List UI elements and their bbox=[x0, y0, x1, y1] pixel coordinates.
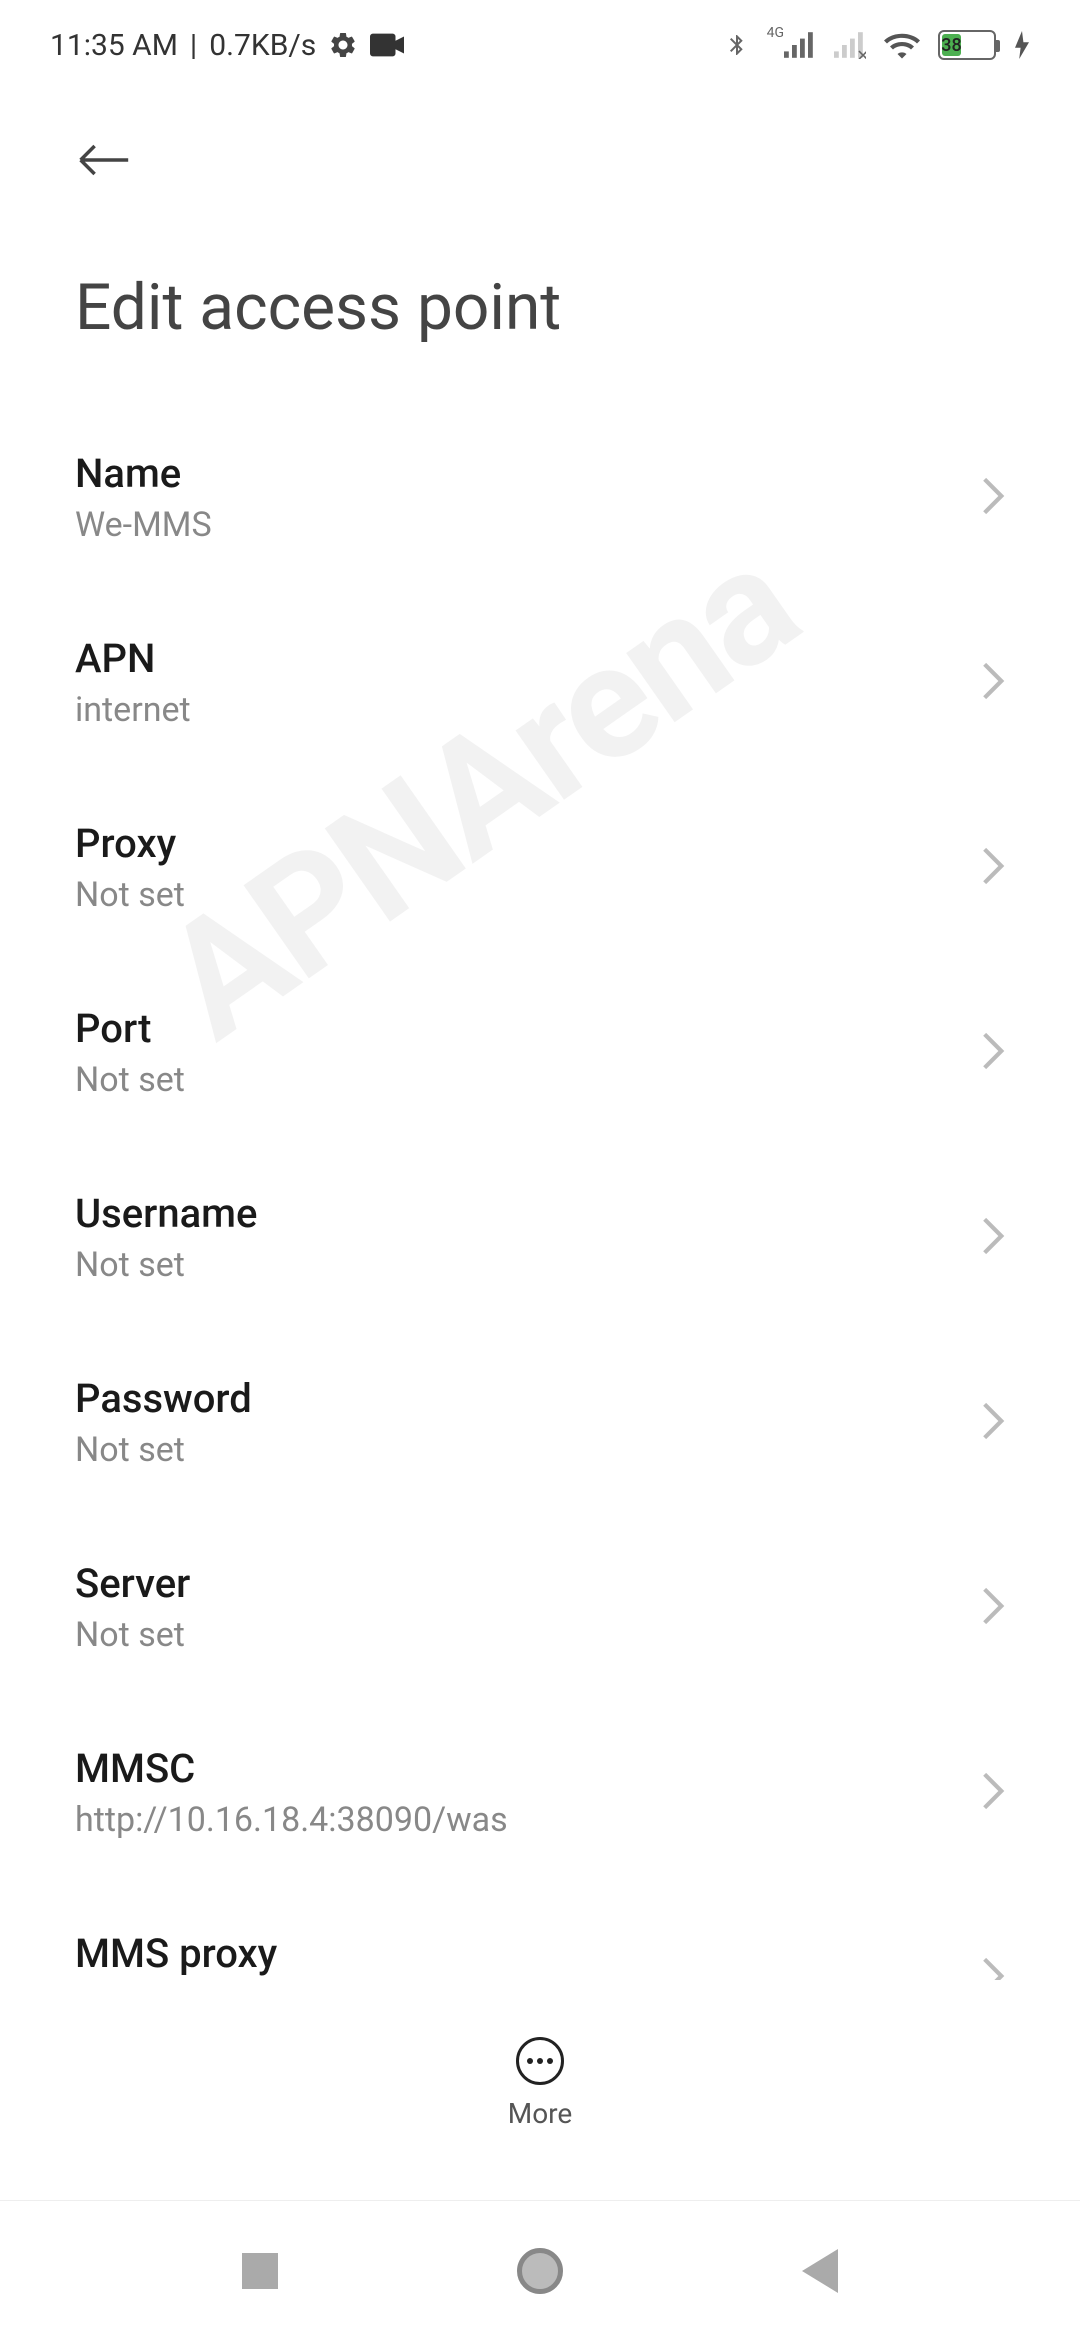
bluetooth-icon bbox=[725, 28, 749, 62]
nav-recents-button[interactable] bbox=[235, 2246, 285, 2296]
setting-value: Not set bbox=[75, 1430, 252, 1470]
setting-row-apn[interactable]: APN internet bbox=[75, 590, 1005, 775]
status-separator: | bbox=[190, 28, 197, 63]
chevron-right-icon bbox=[981, 1586, 1005, 1630]
navigation-bar bbox=[0, 2200, 1080, 2340]
nav-home-button[interactable] bbox=[515, 2246, 565, 2296]
wifi-icon bbox=[884, 31, 920, 59]
circle-icon bbox=[517, 2248, 563, 2294]
gear-icon bbox=[328, 30, 358, 60]
setting-label: MMS proxy bbox=[75, 1930, 277, 1977]
setting-value: We-MMS bbox=[75, 505, 212, 545]
more-button[interactable]: More bbox=[0, 2037, 1080, 2130]
setting-value: internet bbox=[75, 690, 191, 730]
setting-row-server[interactable]: Server Not set bbox=[75, 1515, 1005, 1700]
page-title: Edit access point bbox=[0, 210, 1080, 405]
back-button[interactable] bbox=[75, 130, 135, 190]
setting-row-proxy[interactable]: Proxy Not set bbox=[75, 775, 1005, 960]
chevron-right-icon bbox=[981, 661, 1005, 705]
square-icon bbox=[242, 2253, 278, 2289]
setting-row-port[interactable]: Port Not set bbox=[75, 960, 1005, 1145]
setting-value: http://10.16.18.4:38090/was bbox=[75, 1800, 508, 1840]
setting-label: Proxy bbox=[75, 820, 185, 867]
battery-icon: 38 bbox=[938, 30, 996, 60]
chevron-right-icon bbox=[981, 476, 1005, 520]
setting-row-password[interactable]: Password Not set bbox=[75, 1330, 1005, 1515]
setting-label: MMSC bbox=[75, 1745, 508, 1792]
more-label: More bbox=[508, 2097, 573, 2130]
chevron-right-icon bbox=[981, 1771, 1005, 1815]
chevron-right-icon bbox=[981, 1956, 1005, 1981]
charging-icon bbox=[1014, 31, 1030, 59]
setting-value: Not set bbox=[75, 875, 185, 915]
svg-text:✕: ✕ bbox=[856, 46, 866, 59]
setting-label: Username bbox=[75, 1190, 257, 1237]
signal-icon-1: 4G bbox=[767, 31, 816, 59]
setting-row-mmsc[interactable]: MMSC http://10.16.18.4:38090/was bbox=[75, 1700, 1005, 1885]
setting-label: Port bbox=[75, 1005, 185, 1052]
setting-value: Not set bbox=[75, 1060, 185, 1100]
chevron-right-icon bbox=[981, 1401, 1005, 1445]
signal-icon-2: ✕ bbox=[834, 31, 866, 59]
setting-row-username[interactable]: Username Not set bbox=[75, 1145, 1005, 1330]
setting-label: Password bbox=[75, 1375, 252, 1422]
setting-label: Name bbox=[75, 450, 212, 497]
triangle-icon bbox=[802, 2249, 838, 2293]
status-bar: 11:35 AM | 0.7KB/s 4G ✕ 38 bbox=[0, 0, 1080, 90]
setting-value: Not set bbox=[75, 1245, 257, 1285]
setting-value: Not set bbox=[75, 1615, 190, 1655]
chevron-right-icon bbox=[981, 1031, 1005, 1075]
camera-icon bbox=[370, 33, 404, 57]
chevron-right-icon bbox=[981, 846, 1005, 890]
setting-row-mms-proxy[interactable]: MMS proxy 10.16.18.77 bbox=[75, 1885, 1005, 1980]
more-icon bbox=[516, 2037, 564, 2085]
settings-list: Name We-MMS APN internet Proxy Not set P… bbox=[0, 405, 1080, 1980]
nav-back-button[interactable] bbox=[795, 2246, 845, 2296]
chevron-right-icon bbox=[981, 1216, 1005, 1260]
setting-label: Server bbox=[75, 1560, 190, 1607]
setting-label: APN bbox=[75, 635, 191, 682]
setting-row-name[interactable]: Name We-MMS bbox=[75, 405, 1005, 590]
status-speed: 0.7KB/s bbox=[209, 28, 316, 63]
status-time: 11:35 AM bbox=[50, 28, 178, 63]
